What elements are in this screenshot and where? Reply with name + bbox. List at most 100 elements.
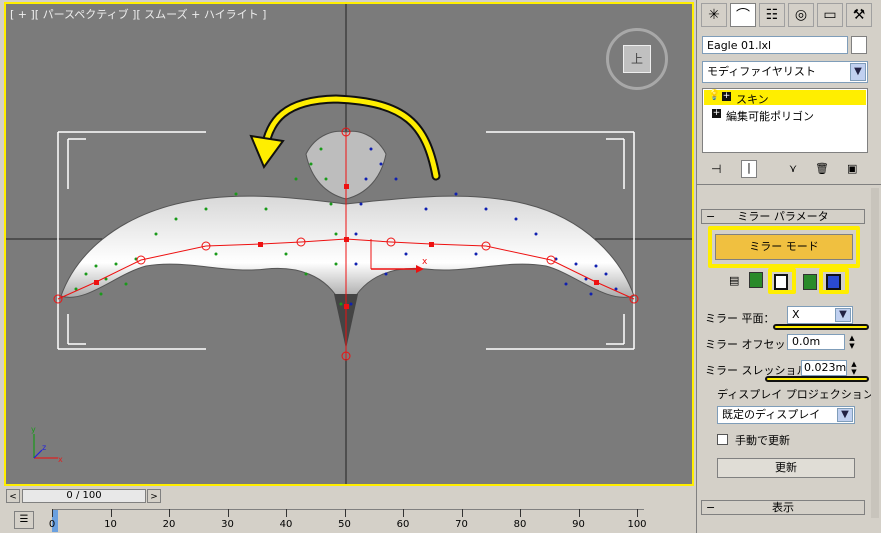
- ruler-tick-label: 100: [627, 519, 647, 530]
- utilities-icon: ⚒: [852, 7, 866, 23]
- configure-sets-icon[interactable]: ▣: [847, 162, 857, 175]
- mirror-threshold-input[interactable]: 0.023m: [801, 360, 847, 376]
- svg-text:x: x: [58, 455, 63, 464]
- display-projection-value: 既定のディスプレイ: [722, 408, 821, 421]
- make-unique-icon[interactable]: ⋎: [789, 162, 797, 175]
- chevron-down-icon[interactable]: ▼: [835, 308, 851, 322]
- ruler-tick-label: 20: [162, 519, 176, 530]
- svg-text:y: y: [31, 425, 36, 434]
- highlight-underline: [765, 376, 869, 382]
- chevron-down-icon[interactable]: ▼: [837, 408, 853, 422]
- ruler-tick: [461, 509, 463, 517]
- perspective-viewport[interactable]: x [ + ][ パースペクティブ ][ スムーズ + ハイライト ] 上 y …: [4, 2, 694, 486]
- utilities-tab[interactable]: ⚒: [846, 3, 872, 27]
- paste-green-to-blue-bones-icon[interactable]: [749, 272, 763, 288]
- mirror-mode-button[interactable]: ミラー モード: [715, 234, 853, 260]
- stack-item-label: 編集可能ポリゴン: [726, 110, 814, 123]
- pin-stack-icon[interactable]: ⊣: [711, 162, 721, 176]
- ruler-tick: [403, 509, 404, 517]
- remove-modifier-icon[interactable]: 🗑: [815, 162, 829, 175]
- create-tab[interactable]: ✳: [701, 3, 727, 27]
- chevron-down-icon[interactable]: ▼: [850, 63, 866, 81]
- ruler-tick-label: 80: [513, 519, 527, 530]
- stack-item-skin[interactable]: 💡 + スキン: [704, 90, 866, 106]
- stack-item-editable-poly[interactable]: + 編集可能ポリゴン: [704, 107, 866, 123]
- ruler-tick-label: 30: [221, 519, 234, 530]
- viewport-label[interactable]: [ + ][ パースペクティブ ][ スムーズ + ハイライト ]: [10, 6, 266, 22]
- manual-update-checkbox[interactable]: [717, 434, 728, 445]
- display-projection-label: ディスプレイ プロジェクション: [717, 388, 874, 401]
- ruler-tick-label: 10: [104, 519, 117, 530]
- command-panel: ✳ ⌒ ☷ ◎ ▭ ⚒ Eagle 01.lxl モディファイヤリスト ▼ 💡 + スキン…: [696, 0, 881, 533]
- expand-plus-icon[interactable]: +: [722, 92, 731, 101]
- paste-green-to-blue-verts-icon[interactable]: [803, 274, 817, 290]
- mirror-params-rollout: − ミラー パラメータ ミラー モード ▤ ミラー 平面： X ▼ ミラー オフ…: [697, 206, 874, 490]
- paste-blue-to-green-bones-icon[interactable]: [774, 274, 788, 290]
- stack-item-label: スキン: [736, 93, 769, 106]
- ruler-tick: [637, 509, 638, 517]
- ruler-tick: [578, 509, 580, 517]
- time-prev-button[interactable]: <: [6, 489, 20, 503]
- mirror-plane-label: ミラー 平面：: [705, 312, 775, 325]
- expand-plus-icon[interactable]: +: [712, 109, 721, 118]
- hierarchy-icon: ☷: [765, 7, 779, 23]
- modifier-list-dropdown[interactable]: モディファイヤリスト ▼: [702, 61, 868, 83]
- viewcube[interactable]: 上: [606, 28, 668, 90]
- paste-blue-to-green-verts-icon[interactable]: [826, 274, 841, 290]
- modify-tab[interactable]: ⌒: [730, 3, 756, 27]
- lightbulb-icon[interactable]: 💡: [708, 90, 720, 101]
- stack-toolbar: ⊣ | ⋎ 🗑 ▣: [707, 160, 867, 180]
- spinner-icon[interactable]: ▲ ▼: [849, 360, 859, 376]
- manual-update-label: 手動で更新: [735, 434, 790, 447]
- time-next-button[interactable]: >: [147, 489, 161, 503]
- object-color-swatch[interactable]: [851, 36, 867, 54]
- collapse-icon[interactable]: −: [706, 501, 715, 514]
- display-icon: ▭: [823, 7, 837, 23]
- ruler-tick-label: 40: [279, 519, 293, 530]
- hierarchy-tab[interactable]: ☷: [759, 3, 785, 27]
- display-rollout-header[interactable]: − 表示: [701, 500, 865, 515]
- panel-scrollbar[interactable]: [871, 188, 879, 518]
- axis-tripod: y x z: [31, 425, 63, 464]
- time-slider-thumb[interactable]: 0 / 100: [22, 489, 146, 503]
- ruler-tick: [169, 509, 170, 517]
- motion-icon: ◎: [794, 7, 808, 23]
- ruler-tick-label: 90: [572, 519, 585, 530]
- key-filter-icon[interactable]: ☰: [14, 511, 34, 529]
- svg-text:x: x: [422, 257, 428, 267]
- ruler-tick: [520, 509, 521, 517]
- ruler-tick-label: 0: [48, 519, 56, 530]
- show-end-result-icon[interactable]: |: [741, 160, 757, 178]
- ruler-tick-label: 70: [455, 519, 468, 530]
- rollout-title: 表示: [772, 501, 794, 514]
- paste-icon[interactable]: ▤: [729, 274, 739, 287]
- ruler-tick: [286, 509, 287, 517]
- ruler-tick: [344, 509, 346, 517]
- timeline-ruler[interactable]: ☰ 0 10 20 30 40 50 60 70 80 90 100: [0, 507, 694, 533]
- display-tab[interactable]: ▭: [817, 3, 843, 27]
- collapse-icon[interactable]: −: [706, 210, 715, 223]
- modifier-list-value: モディファイヤリスト: [707, 65, 816, 78]
- update-button[interactable]: 更新: [717, 458, 855, 478]
- ruler-tick-label: 60: [396, 519, 410, 530]
- mirror-plane-value: X: [792, 308, 800, 321]
- ruler-tick: [52, 509, 53, 517]
- motion-tab[interactable]: ◎: [788, 3, 814, 27]
- ruler-tick: [227, 509, 229, 517]
- svg-text:z: z: [42, 443, 46, 452]
- display-projection-dropdown[interactable]: 既定のディスプレイ ▼: [717, 406, 855, 424]
- viewcube-face[interactable]: 上: [623, 45, 651, 73]
- ruler-tick-label: 50: [338, 519, 351, 530]
- modifier-stack[interactable]: 💡 + スキン + 編集可能ポリゴン: [702, 88, 868, 153]
- modify-icon: ⌒: [736, 8, 750, 24]
- object-name-field[interactable]: Eagle 01.lxl: [702, 36, 848, 54]
- viewport-scene: x: [6, 4, 692, 484]
- time-slider[interactable]: < 0 / 100 >: [4, 487, 694, 507]
- ruler-tick: [110, 509, 112, 517]
- mirror-plane-dropdown[interactable]: X ▼: [787, 306, 853, 324]
- rollout-title: ミラー パラメータ: [737, 210, 829, 223]
- rollout-header[interactable]: − ミラー パラメータ: [701, 209, 865, 224]
- highlight-underline: [773, 324, 869, 330]
- mirror-offset-input[interactable]: 0.0m: [787, 334, 845, 350]
- spinner-icon[interactable]: ▲ ▼: [847, 334, 857, 350]
